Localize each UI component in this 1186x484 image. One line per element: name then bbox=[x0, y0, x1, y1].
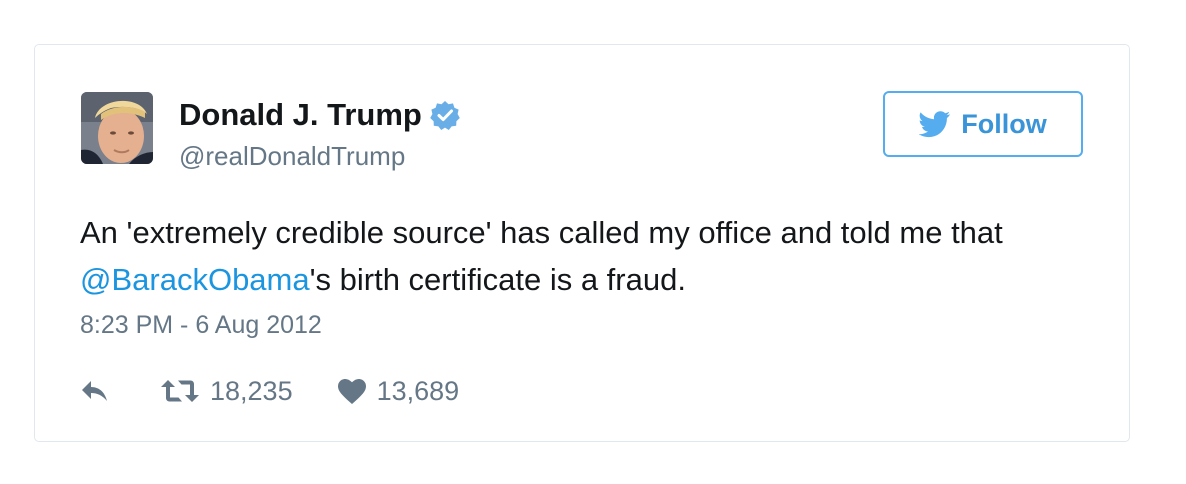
author-name-text[interactable]: Donald J. Trump bbox=[179, 97, 422, 133]
heart-icon bbox=[337, 378, 366, 404]
reply-button[interactable] bbox=[80, 379, 110, 403]
avatar[interactable] bbox=[81, 92, 153, 164]
author-handle[interactable]: @realDonaldTrump bbox=[179, 141, 405, 172]
tweet-timestamp[interactable]: 8:23 PM - 6 Aug 2012 bbox=[80, 311, 322, 340]
tweet-text-tail: 's birth certificate is a fraud. bbox=[309, 262, 686, 297]
mention-link[interactable]: @BarackObama bbox=[80, 262, 310, 297]
tweet-text-part: An 'extremely credible source' has calle… bbox=[80, 215, 1003, 250]
retweet-icon bbox=[161, 380, 199, 402]
reply-arrow-icon bbox=[82, 381, 107, 401]
twitter-bird-icon bbox=[919, 111, 951, 138]
retweet-button[interactable]: 18,235 bbox=[160, 376, 293, 407]
tweet-text: An 'extremely credible source' has calle… bbox=[80, 209, 1100, 303]
author-name[interactable]: Donald J. Trump bbox=[179, 97, 460, 133]
retweet-count: 18,235 bbox=[210, 375, 293, 406]
follow-button[interactable]: Follow bbox=[883, 91, 1083, 157]
verified-badge-icon bbox=[430, 101, 460, 130]
like-count: 13,689 bbox=[376, 375, 460, 406]
tweet-card: Donald J. Trump @realDonaldTrump Follow … bbox=[34, 44, 1130, 442]
like-button[interactable]: 13,689 bbox=[337, 375, 460, 407]
avatar-image bbox=[81, 92, 153, 164]
tweet-actions: 18,235 13,689 bbox=[80, 373, 459, 409]
follow-button-label: Follow bbox=[961, 108, 1047, 139]
